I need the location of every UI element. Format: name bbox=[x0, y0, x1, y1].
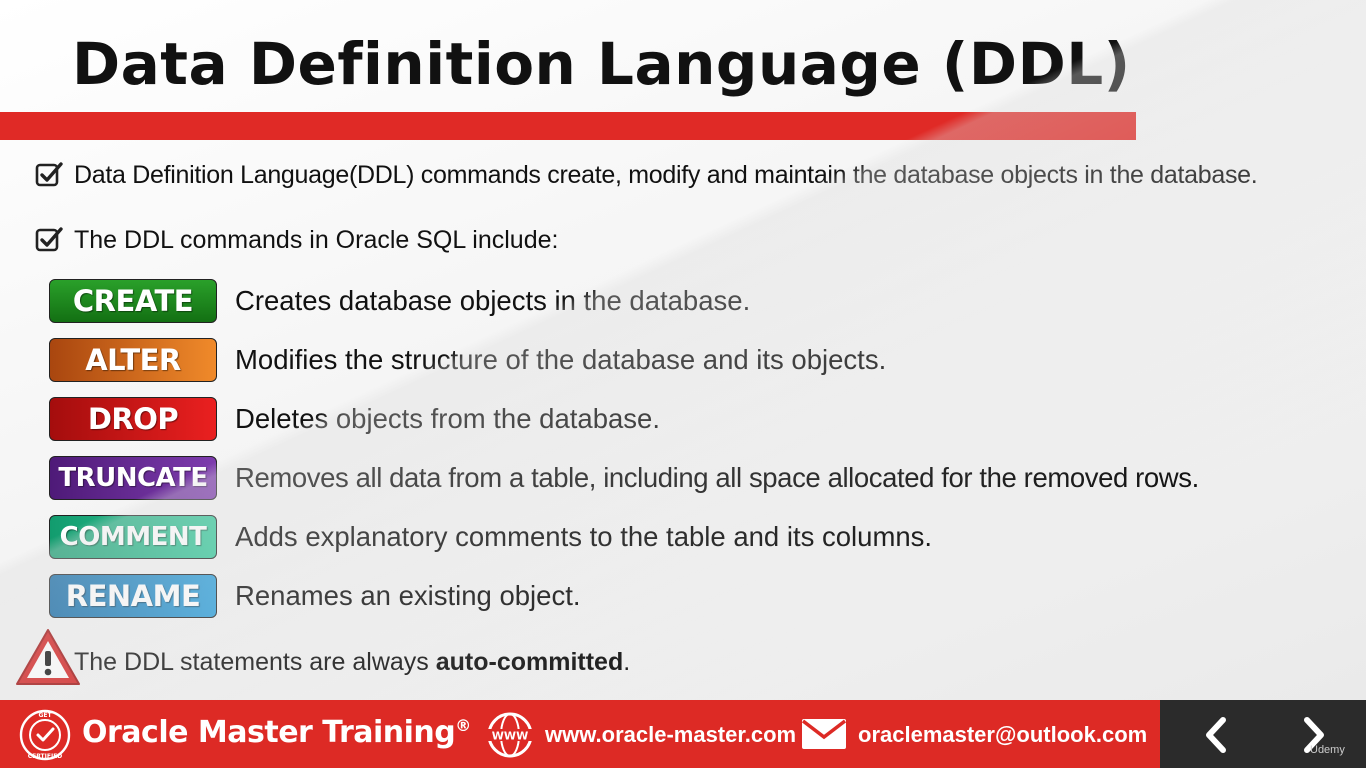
bullet-commands-intro: The DDL commands in Oracle SQL include: bbox=[34, 225, 558, 255]
navigation-panel bbox=[1160, 700, 1366, 768]
checkbox-icon bbox=[35, 227, 63, 252]
logo-text-bottom: CERTIFIED bbox=[28, 753, 63, 760]
title-underline-bar bbox=[0, 112, 1136, 140]
brand-name: Oracle Master Training® bbox=[82, 715, 471, 750]
command-badge-create: CREATE bbox=[49, 279, 217, 323]
website-link[interactable]: www.oracle-master.com bbox=[545, 722, 796, 748]
command-row-create: CREATE Creates database objects in the d… bbox=[49, 278, 750, 324]
note-text: The DDL statements are always bbox=[74, 648, 436, 676]
command-description: Deletes objects from the database. bbox=[235, 403, 660, 434]
command-row-truncate: TRUNCATE Removes all data from a table, … bbox=[49, 455, 1199, 501]
chevron-left-icon[interactable] bbox=[1200, 716, 1232, 754]
udemy-watermark: Udemy bbox=[1310, 744, 1345, 756]
command-row-comment: COMMENT Adds explanatory comments to the… bbox=[49, 514, 932, 560]
www-globe-icon: WWW bbox=[487, 712, 533, 758]
certified-logo-icon: GET CERTIFIED bbox=[19, 709, 71, 761]
command-row-rename: RENAME Renames an existing object. bbox=[49, 573, 580, 619]
command-row-drop: DROP Deletes objects from the database. bbox=[49, 396, 660, 442]
note-emphasis: auto-committed bbox=[435, 648, 624, 676]
command-description: Renames an existing object. bbox=[235, 580, 581, 611]
checkbox-icon bbox=[35, 162, 63, 187]
command-description: Creates database objects in the database… bbox=[235, 285, 751, 316]
warning-icon bbox=[16, 629, 80, 685]
bullet-text: The DDL commands in Oracle SQL include: bbox=[74, 225, 559, 254]
command-badge-alter: ALTER bbox=[49, 338, 217, 382]
command-badge-rename: RENAME bbox=[49, 574, 217, 618]
command-badge-truncate: TRUNCATE bbox=[49, 456, 217, 500]
logo-text-top: GET bbox=[38, 712, 52, 719]
auto-commit-note: The DDL statements are always auto-commi… bbox=[74, 648, 630, 677]
registered-mark: ® bbox=[455, 716, 471, 735]
bullet-definition: Data Definition Language(DDL) commands c… bbox=[34, 160, 1258, 190]
command-description: Removes all data from a table, including… bbox=[235, 462, 1199, 493]
brand-text: Oracle Master Training bbox=[82, 715, 456, 750]
command-badge-comment: COMMENT bbox=[49, 515, 217, 559]
email-link[interactable]: oraclemaster@outlook.com bbox=[858, 722, 1147, 748]
page-title: Data Definition Language (DDL) bbox=[72, 30, 1131, 98]
command-badge-drop: DROP bbox=[49, 397, 217, 441]
slide: Data Definition Language (DDL) Data Defi… bbox=[0, 0, 1366, 768]
www-icon-label: WWW bbox=[492, 730, 528, 743]
mail-icon bbox=[801, 719, 847, 749]
command-description: Modifies the structure of the database a… bbox=[235, 344, 887, 375]
command-row-alter: ALTER Modifies the structure of the data… bbox=[49, 337, 886, 383]
note-suffix: . bbox=[623, 648, 631, 676]
bullet-text: Data Definition Language(DDL) commands c… bbox=[74, 160, 1258, 189]
footer-bar: GET CERTIFIED Oracle Master Training® WW… bbox=[0, 700, 1366, 768]
command-description: Adds explanatory comments to the table a… bbox=[235, 521, 933, 552]
